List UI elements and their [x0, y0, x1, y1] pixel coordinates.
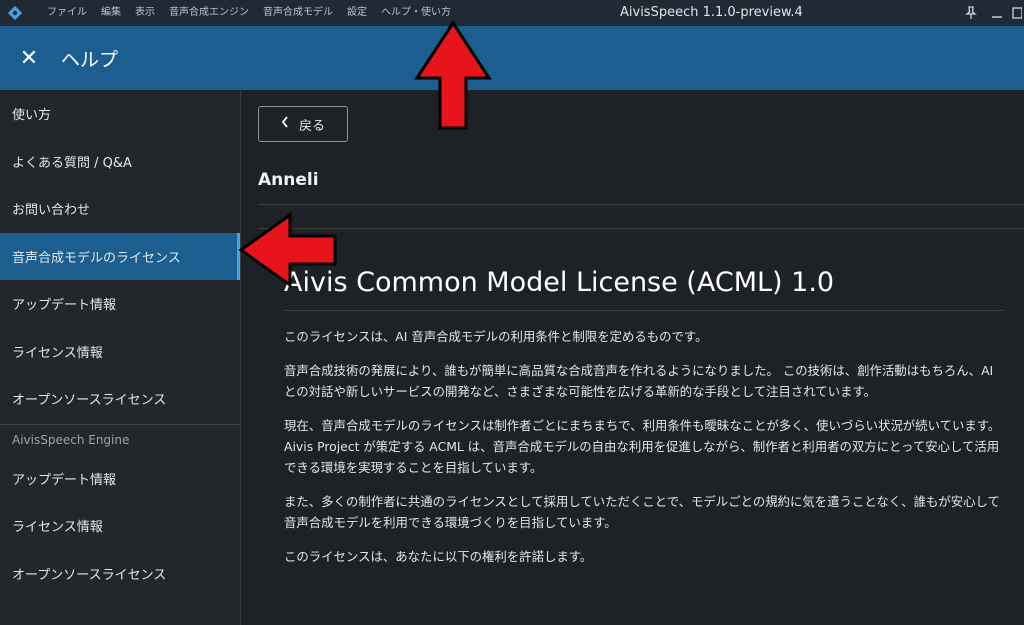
divider [258, 228, 1024, 229]
sidebar-item-update-info[interactable]: アップデート情報 [0, 280, 240, 328]
back-button-label: 戻る [298, 118, 325, 134]
divider [258, 204, 1024, 205]
help-header: ✕ ヘルプ [0, 26, 1024, 90]
license-title: Aivis Common Model License (ACML) 1.0 [284, 266, 1004, 311]
pin-icon[interactable] [958, 0, 984, 26]
help-content: 戻る Anneli Aivis Common Model License (AC… [242, 90, 1024, 625]
menu-engine[interactable]: 音声合成エンジン [162, 0, 256, 26]
sidebar-item-engine-license-info[interactable]: ライセンス情報 [0, 502, 240, 550]
annotation-arrow-up-icon [414, 20, 492, 130]
sidebar-item-model-license[interactable]: 音声合成モデルのライセンス [0, 232, 240, 280]
chevron-left-icon [281, 116, 289, 132]
close-button[interactable]: ✕ [11, 40, 47, 76]
license-paragraph: 現在、音声合成モデルのライセンスは制作者ごとにまちまちで、利用条件も曖昧なことが… [284, 418, 1001, 475]
sidebar-item-how-to-use[interactable]: 使い方 [0, 90, 240, 138]
sidebar-item-engine-update-info[interactable]: アップデート情報 [0, 455, 240, 503]
maximize-icon[interactable] [1010, 0, 1024, 26]
back-button[interactable]: 戻る [258, 106, 348, 142]
sidebar-item-license-info[interactable]: ライセンス情報 [0, 328, 240, 376]
sidebar-section-engine: AivisSpeech Engine [12, 432, 130, 447]
window-controls [958, 0, 1024, 26]
sidebar-item-oss-licenses[interactable]: オープンソースライセンス [0, 375, 240, 423]
menu-view[interactable]: 表示 [128, 0, 162, 26]
license-paragraph: 音声合成技術の発展により、誰もが簡単に高品質な合成音声を作れるようになりました。… [284, 363, 994, 399]
minimize-icon[interactable] [984, 0, 1010, 26]
menu-file[interactable]: ファイル [40, 0, 94, 26]
license-paragraph: このライセンスは、あなたに以下の権利を許諾します。 [284, 549, 593, 564]
menu-model[interactable]: 音声合成モデル [256, 0, 340, 26]
aivis-logo-icon [0, 0, 30, 26]
license-paragraph: また、多くの制作者に共通のライセンスとして採用していただくことで、モデルごとの規… [284, 494, 1000, 530]
title-bar: ファイル 編集 表示 音声合成エンジン 音声合成モデル 設定 ヘルプ・使い方 A… [0, 0, 1024, 26]
license-document: Aivis Common Model License (ACML) 1.0 この… [284, 266, 1004, 567]
annotation-arrow-left-icon [238, 212, 337, 288]
sidebar-item-engine-oss-licenses[interactable]: オープンソースライセンス [0, 550, 240, 598]
menu-edit[interactable]: 編集 [94, 0, 128, 26]
close-icon: ✕ [19, 45, 39, 71]
license-paragraph: このライセンスは、AI 音声合成モデルの利用条件と制限を定めるものです。 [284, 329, 708, 344]
menu-bar: ファイル 編集 表示 音声合成エンジン 音声合成モデル 設定 ヘルプ・使い方 [40, 0, 458, 26]
window-title: AivisSpeech 1.1.0-preview.4 [620, 5, 803, 20]
menu-settings[interactable]: 設定 [340, 0, 374, 26]
model-name: Anneli [258, 170, 319, 190]
help-sidebar: 使い方 よくある質問 / Q&A お問い合わせ 音声合成モデルのライセンス アッ… [0, 90, 241, 625]
sidebar-item-contact[interactable]: お問い合わせ [0, 185, 240, 233]
page-title: ヘルプ [61, 48, 119, 71]
sidebar-item-faq[interactable]: よくある質問 / Q&A [0, 138, 240, 186]
